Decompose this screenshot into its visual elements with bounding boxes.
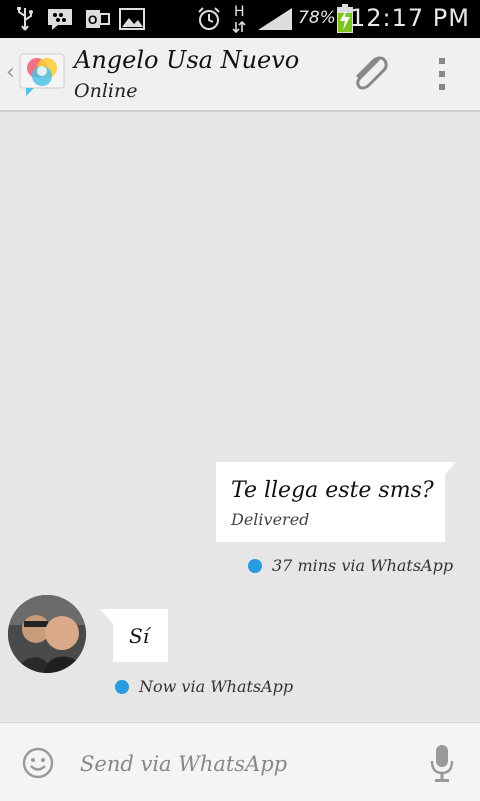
usb-icon: [17, 7, 33, 31]
contact-status: Online: [74, 80, 138, 102]
contact-name: Angelo Usa Nuevo: [74, 46, 300, 74]
status-bar: O H 78% 12:17 PM: [0, 0, 480, 38]
outgoing-bubble-tail: [442, 462, 456, 478]
incoming-bubble-tail: [100, 609, 114, 625]
outgoing-message-meta: 37 mins via WhatsApp: [272, 556, 454, 575]
battery-percent: 78%: [298, 8, 336, 28]
microphone-icon[interactable]: [428, 743, 456, 783]
app-logo-icon[interactable]: [18, 50, 66, 98]
outgoing-message-text: Te llega este sms?: [231, 478, 434, 503]
whatsapp-status-dot: [115, 680, 129, 694]
svg-text:O: O: [88, 13, 97, 27]
attachment-icon[interactable]: [348, 52, 392, 96]
whatsapp-status-dot: [248, 559, 262, 573]
bbm-icon: [48, 9, 72, 30]
data-arrows-icon: [232, 20, 246, 34]
chat-header: ‹ Angelo Usa Nuevo Online: [0, 38, 480, 112]
outlook-icon: O: [86, 10, 110, 28]
emoji-icon[interactable]: [22, 747, 54, 779]
network-type: H: [234, 4, 245, 20]
alarm-icon: [198, 7, 220, 30]
contact-avatar[interactable]: [8, 595, 86, 673]
overflow-menu-icon[interactable]: [432, 56, 452, 92]
message-input[interactable]: [78, 743, 422, 785]
incoming-message-meta: Now via WhatsApp: [139, 677, 294, 696]
signal-icon: [258, 8, 292, 30]
composer-bar: [0, 722, 480, 801]
avatar-photo: [8, 595, 86, 673]
back-chevron-icon[interactable]: ‹: [6, 60, 15, 85]
clock: 12:17 PM: [350, 4, 470, 32]
incoming-message-text: Sí: [129, 624, 150, 648]
delivery-status: Delivered: [231, 510, 310, 529]
gallery-icon: [119, 8, 145, 30]
